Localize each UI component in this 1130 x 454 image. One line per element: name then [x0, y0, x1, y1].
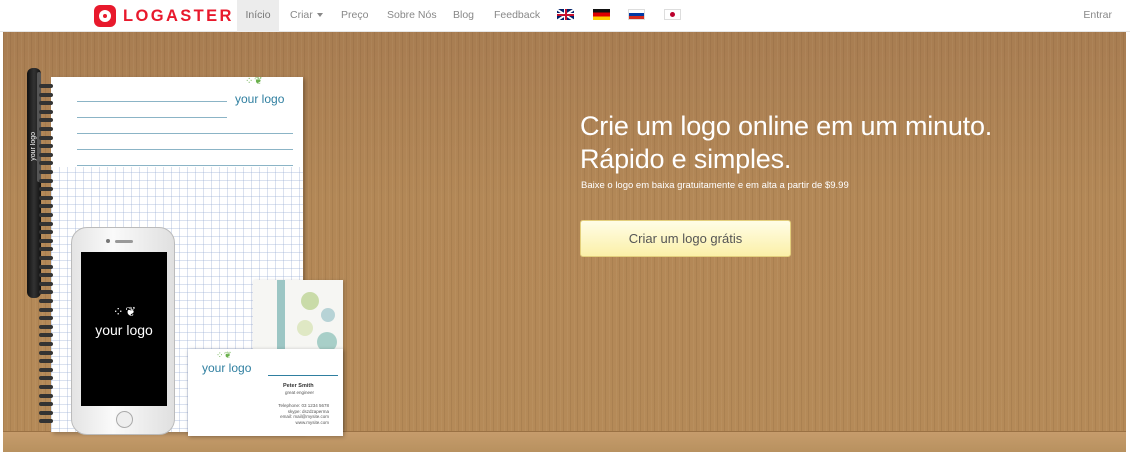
spiral-ring: [39, 342, 53, 346]
spiral-ring: [39, 213, 53, 217]
shelf: [3, 432, 1126, 452]
spiral-ring: [39, 273, 53, 278]
spiral-ring: [39, 195, 53, 200]
notepad-rule: [77, 149, 293, 150]
spiral-ring: [39, 161, 53, 166]
spiral-ring: [39, 101, 53, 106]
spiral-ring: [39, 170, 53, 174]
spiral-ring: [39, 419, 53, 424]
nav-item-blog[interactable]: Blog: [453, 0, 474, 32]
spiral-ring: [39, 410, 53, 415]
card-contact-info: Telephone: 03 1234 5678 skype: dszdzaper…: [278, 403, 329, 425]
spiral-ring: [39, 135, 53, 140]
spiral-ring: [39, 152, 53, 157]
spiral-ring: [39, 238, 53, 243]
phone-camera: [106, 239, 110, 243]
leaf-logo-icon: ⁘ ❦: [245, 76, 263, 87]
notepad-rule: [77, 117, 227, 118]
login-link[interactable]: Entrar: [1083, 0, 1112, 32]
spiral-ring: [39, 178, 53, 183]
hero-headline-line1: Crie um logo online em um minuto.: [580, 111, 993, 141]
hero-headline: Crie um logo online em um minuto. Rápido…: [580, 110, 1100, 176]
card-rule: [268, 375, 338, 376]
pen-logo-text: your logo: [30, 132, 37, 161]
card-logo-text: your logo: [202, 361, 252, 375]
phone-logo-text: your logo: [95, 322, 153, 338]
phone-speaker: [115, 240, 133, 243]
spiral-binding: [39, 84, 53, 429]
spiral-ring: [39, 359, 53, 364]
hero-subline: Baixe o logo em baixa gratuitamente e em…: [581, 180, 849, 191]
spiral-ring: [39, 127, 53, 131]
spiral-ring: [39, 333, 53, 338]
spiral-ring: [39, 187, 53, 192]
spiral-ring: [39, 230, 53, 235]
card-dot: [297, 320, 313, 336]
leaf-logo-icon: ⁘ ❦: [112, 304, 136, 319]
card-role: great engineer: [285, 390, 315, 395]
nav-item-criar[interactable]: Criar: [290, 0, 323, 32]
nav-item-feedback[interactable]: Feedback: [494, 0, 540, 32]
spiral-ring: [39, 247, 53, 252]
flag-ru-icon[interactable]: [628, 9, 645, 20]
spiral-ring: [39, 316, 53, 321]
card-info-line: email: mail@mysite.com: [280, 414, 329, 419]
brand-name: LOGASTER: [123, 6, 234, 25]
spiral-ring: [39, 109, 53, 114]
notepad-rule: [77, 165, 293, 166]
spiral-ring: [39, 367, 53, 372]
spiral-ring: [39, 84, 53, 88]
notepad-header: [51, 77, 303, 167]
card-info-line: Telephone: 03 1234 5678: [278, 403, 329, 408]
hero-banner: your logo ⁘ ❦ your logo ⁘ ❦ your logo Pe…: [3, 32, 1126, 452]
spiral-ring: [39, 385, 53, 389]
spiral-ring: [39, 256, 53, 260]
spiral-ring: [39, 393, 53, 398]
flag-jp-icon[interactable]: [664, 9, 681, 20]
spiral-ring: [39, 307, 53, 312]
card-name: Peter Smith: [283, 383, 314, 389]
spiral-ring: [39, 350, 53, 355]
spiral-ring: [39, 402, 53, 407]
brand-logo[interactable]: LOGASTER: [94, 4, 234, 28]
notepad-logo: ⁘ ❦ your logo: [235, 76, 285, 106]
spiral-ring: [39, 290, 53, 295]
spiral-ring: [39, 92, 53, 97]
card-dot: [321, 308, 335, 322]
nav-item-criar-label: Criar: [290, 9, 313, 21]
spiral-ring: [39, 324, 53, 329]
hero-headline-line2: Rápido e simples.: [580, 144, 792, 174]
phone-home-button: [116, 411, 133, 428]
card-info-line: www.mysite.com: [295, 419, 329, 425]
flag-uk-icon[interactable]: [557, 9, 574, 20]
notepad-rule: [77, 101, 227, 102]
caret-down-icon: [316, 13, 323, 18]
spiral-ring: [39, 281, 53, 286]
spiral-ring: [39, 299, 53, 303]
phone-screen: ⁘ ❦ your logo: [81, 252, 167, 406]
spiral-ring: [39, 376, 53, 381]
card-dot: [301, 292, 319, 310]
top-navbar: LOGASTER Início Criar Preço Sobre Nós Bl…: [0, 0, 1130, 32]
nav-item-sobre-nos[interactable]: Sobre Nós: [387, 0, 437, 32]
business-card-front: ⁘ ❦ your logo Peter Smith great engineer…: [188, 349, 343, 436]
phone-image: ⁘ ❦ your logo: [71, 227, 175, 435]
spiral-ring: [39, 118, 53, 123]
logaster-logo-icon: [94, 5, 116, 27]
nav-item-preco[interactable]: Preço: [341, 0, 368, 32]
spiral-ring: [39, 144, 53, 149]
notepad-rule: [77, 133, 293, 134]
spiral-ring: [39, 221, 53, 226]
spiral-ring: [39, 204, 53, 209]
nav-item-inicio[interactable]: Início: [237, 0, 279, 32]
spiral-ring: [39, 264, 53, 269]
create-logo-button[interactable]: Criar um logo grátis: [580, 220, 791, 257]
leaf-logo-icon: ⁘ ❦: [216, 350, 232, 360]
flag-de-icon[interactable]: [593, 9, 610, 20]
notepad-logo-text: your logo: [235, 92, 285, 106]
